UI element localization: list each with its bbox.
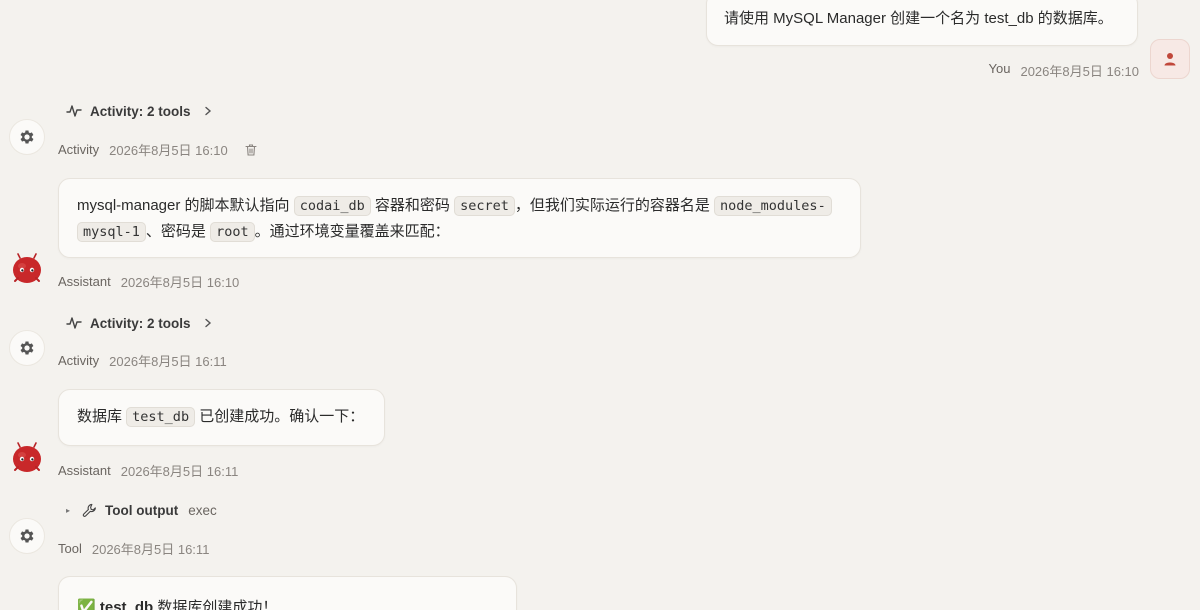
message-text: 数据库	[77, 408, 127, 425]
activity-pulse-icon	[66, 317, 82, 329]
user-avatar	[1150, 39, 1190, 79]
activity-pulse-icon	[66, 105, 82, 117]
message-timestamp: 2026年8月5日 16:11	[120, 464, 239, 479]
activity-meta-2: Activity 2026年8月5日 16:11	[58, 351, 227, 370]
user-message-bubble: 请使用 MySQL Manager 创建一个名为 test_db 的数据库。	[706, 0, 1138, 46]
result-db-name: test_db	[99, 599, 154, 610]
red-mascot-icon	[13, 442, 41, 472]
message-author: You	[988, 61, 1011, 76]
message-timestamp: 2026年8月5日 16:10	[120, 275, 240, 290]
user-message-text: 请使用 MySQL Manager 创建一个名为 test_db 的数据库。	[724, 10, 1113, 27]
assistant-message-bubble-1: mysql-manager 的脚本默认指向 codai_db 容器和密码 sec…	[58, 178, 861, 258]
disclosure-triangle-icon: ▸	[66, 506, 71, 515]
activity-meta-1: Activity 2026年8月5日 16:10	[58, 140, 258, 159]
tool-output-toggle[interactable]: ▸ Tool output exec	[66, 503, 217, 518]
assistant-meta-1: Assistant 2026年8月5日 16:10	[58, 272, 239, 291]
tool-command: exec	[188, 503, 217, 518]
user-icon	[1164, 53, 1176, 66]
activity-toggle-2[interactable]: Activity: 2 tools	[66, 315, 213, 331]
message-text: 。通过环境变量覆盖来匹配：	[254, 223, 450, 240]
tool-output-bubble: ✅ test_db 数据库创建成功！	[58, 576, 517, 610]
inline-code: codai_db	[293, 196, 371, 216]
message-author: Activity	[58, 142, 100, 157]
tool-meta: Tool 2026年8月5日 16:11	[58, 539, 209, 558]
chat-transcript: 请使用 MySQL Manager 创建一个名为 test_db 的数据库。 Y…	[0, 0, 1200, 610]
inline-code: mysql-1	[77, 222, 146, 242]
message-timestamp: 2026年8月5日 16:11	[109, 354, 227, 369]
assistant-message-bubble-2: 数据库 test_db 已创建成功。确认一下：	[58, 389, 385, 446]
tool-output-label: Tool output	[105, 503, 179, 518]
activity-label: Activity: 2 tools	[90, 103, 191, 119]
delete-button[interactable]	[244, 143, 258, 157]
assistant-meta-2: Assistant 2026年8月5日 16:11	[58, 461, 238, 480]
gear-icon	[20, 130, 34, 144]
message-author: Assistant	[58, 463, 111, 478]
message-text: 容器和密码	[370, 197, 455, 214]
message-timestamp: 2026年8月5日 16:10	[1020, 64, 1139, 79]
wrench-icon	[82, 503, 96, 517]
activity-toggle-1[interactable]: Activity: 2 tools	[66, 103, 213, 119]
message-text: 、密码是	[145, 223, 211, 240]
message-text: ，但我们实际运行的容器名是	[514, 197, 715, 214]
trash-icon	[245, 143, 257, 156]
message-author: Assistant	[58, 274, 111, 289]
activity-avatar	[9, 330, 45, 366]
inline-code: test_db	[126, 407, 196, 427]
message-text: mysql-manager 的脚本默认指向	[77, 197, 294, 214]
message-author: Activity	[58, 353, 100, 368]
red-mascot-icon	[13, 253, 41, 283]
activity-label: Activity: 2 tools	[90, 315, 191, 331]
message-timestamp: 2026年8月5日 16:11	[91, 542, 210, 557]
message-timestamp: 2026年8月5日 16:10	[109, 143, 228, 158]
tool-avatar	[9, 518, 45, 554]
chevron-right-icon	[204, 106, 211, 116]
inline-code: secret	[454, 196, 515, 216]
result-text: 数据库创建成功！	[153, 599, 278, 610]
gear-icon	[20, 341, 34, 355]
user-message-meta: You 2026年8月5日 16:10	[989, 61, 1139, 80]
gear-icon	[20, 529, 34, 543]
inline-code: node_modules-	[714, 196, 832, 216]
inline-code: root	[210, 222, 255, 242]
chevron-right-icon	[204, 318, 211, 328]
check-icon: ✅	[77, 599, 96, 610]
activity-avatar	[9, 119, 45, 155]
message-text: 已创建成功。确认一下：	[195, 408, 365, 425]
message-author: Tool	[58, 541, 82, 556]
